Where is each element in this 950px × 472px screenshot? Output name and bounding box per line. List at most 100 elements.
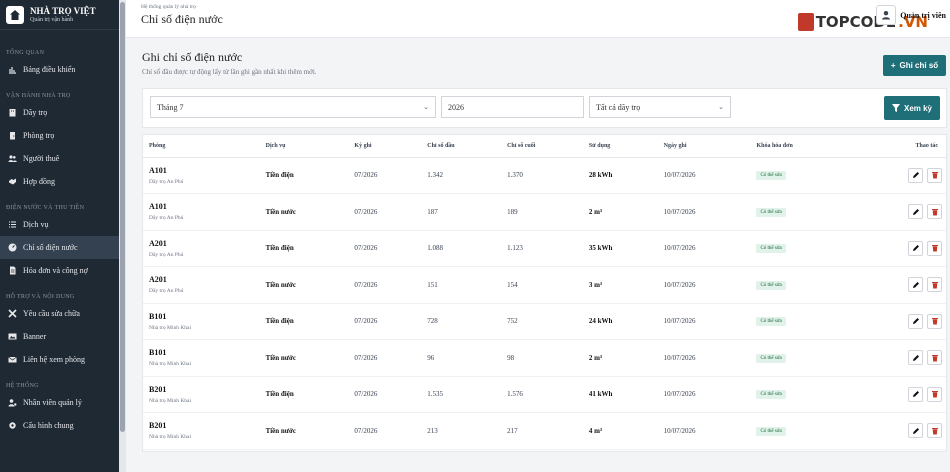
brand[interactable]: NHÀ TRỌ VIỆT Quản trị vận hành	[0, 0, 119, 30]
end-reading-cell: 154	[501, 266, 583, 304]
delete-button[interactable]	[927, 277, 942, 293]
end-reading-cell: 189	[501, 193, 583, 231]
room-number: A101	[149, 202, 167, 212]
sidebar-item[interactable]: Bảng điều khiển	[0, 58, 119, 81]
building-select[interactable]: Tất cả dãy trọ ⌄	[589, 96, 731, 118]
sidebar-item[interactable]: Hóa đơn và công nợ	[0, 259, 119, 282]
view-period-button[interactable]: Xem kỳ	[884, 96, 940, 120]
sidebar-item-label: Yêu cầu sửa chữa	[23, 309, 80, 318]
sidebar-item-label: Liên hệ xem phòng	[23, 355, 85, 364]
breadcrumb: Hệ thống quản lý nhà trọ	[141, 4, 196, 10]
room-cell: B101 Nhà trọ Minh Khai	[143, 339, 260, 377]
sidebar-item[interactable]: Cấu hình chung	[0, 414, 119, 437]
year-input[interactable]: 2026	[441, 96, 584, 118]
delete-button[interactable]	[927, 350, 942, 366]
sidebar-item[interactable]: Phòng trọ	[0, 124, 119, 147]
sidebar-section-title: HỖ TRỢ VÀ NỘI DUNG	[6, 294, 75, 300]
room-number: B201	[149, 384, 167, 394]
sidebar-scrollbar[interactable]	[119, 0, 126, 472]
trash-icon	[931, 245, 938, 252]
service-cell: Tiền điện	[259, 157, 349, 194]
edit-button[interactable]	[908, 386, 923, 402]
actions-cell	[840, 193, 946, 231]
delete-button[interactable]	[927, 386, 942, 402]
room-cell: A201 Dãy trọ An Phú	[143, 230, 260, 267]
sidebar-item[interactable]: Hợp đồng	[0, 170, 119, 193]
image-icon	[8, 332, 17, 341]
user-menu[interactable]: Quản trị viên	[876, 5, 946, 25]
add-reading-label: Ghi chỉ số	[899, 61, 939, 70]
room-place: Nhà trọ Minh Khai	[149, 434, 192, 441]
usage-cell: 35 kWh	[582, 230, 658, 267]
sidebar-item-label: Dãy trọ	[23, 108, 48, 117]
usage-cell: 4 m³	[582, 412, 658, 450]
add-reading-button[interactable]: + Ghi chỉ số	[883, 55, 946, 76]
user-name: Quản trị viên	[900, 10, 946, 20]
actions-cell	[840, 412, 946, 450]
readings-table: Phòng Dịch vụ Kỳ ghi Chỉ số đầu Chỉ số cuối S…	[143, 135, 946, 450]
status-badge: Có thể sửa	[756, 280, 786, 290]
status-badge: Có thể sửa	[756, 353, 786, 363]
pencil-icon	[912, 427, 919, 434]
actions-cell	[840, 303, 946, 340]
user-icon	[876, 5, 897, 25]
sidebar-item[interactable]: Người thuê	[0, 147, 119, 170]
delete-button[interactable]	[927, 240, 942, 256]
edit-button[interactable]	[908, 167, 923, 183]
sidebar-item[interactable]: Chỉ số điện nước	[0, 236, 119, 259]
service-cell: Tiền điện	[259, 303, 349, 340]
usage-cell: 28 kWh	[582, 157, 658, 194]
brand-name: NHÀ TRỌ VIỆT	[30, 6, 96, 16]
sidebar-nav: TỔNG QUAN Bảng điều khiển VẬN HÀNH NHÀ TRỌ…	[0, 50, 119, 437]
edit-button[interactable]	[908, 313, 923, 329]
actions-cell	[840, 376, 946, 413]
filter-icon	[891, 104, 900, 112]
lock-cell: Có thể sửa	[750, 339, 841, 377]
home-icon	[6, 5, 24, 24]
usage-cell: 3 m³	[582, 266, 658, 304]
edit-button[interactable]	[908, 350, 923, 366]
table-header-row: Phòng Dịch vụ Kỳ ghi Chỉ số đầu Chỉ số cuối S…	[143, 135, 946, 158]
table-row: A201 Dãy trọ An Phú Tiền nước 07/2026 151 154…	[143, 266, 946, 304]
date-cell: 10/07/2026	[657, 303, 751, 340]
date-cell: 10/07/2026	[657, 266, 751, 304]
delete-button[interactable]	[927, 313, 942, 329]
edit-button[interactable]	[908, 240, 923, 256]
date-cell: 10/07/2026	[657, 339, 751, 377]
scrollbar-thumb[interactable]	[120, 2, 125, 432]
pencil-icon	[912, 208, 919, 215]
edit-button[interactable]	[908, 204, 923, 220]
actions-cell	[840, 266, 946, 304]
sidebar-item[interactable]: Dãy trọ	[0, 101, 119, 124]
lock-cell: Có thể sửa	[750, 230, 841, 267]
pencil-icon	[912, 281, 919, 288]
start-reading-cell: 213	[421, 412, 502, 450]
start-reading-cell: 1.342	[421, 157, 502, 194]
edit-button[interactable]	[908, 423, 923, 439]
sidebar-item-label: Bảng điều khiển	[23, 65, 76, 74]
sidebar-item[interactable]: Liên hệ xem phòng	[0, 348, 119, 371]
gauge-icon	[8, 243, 17, 252]
sidebar-item[interactable]: Banner	[0, 325, 119, 348]
sidebar-item[interactable]: Yêu cầu sửa chữa	[0, 302, 119, 325]
date-cell: 10/07/2026	[657, 157, 751, 194]
month-select[interactable]: Tháng 7 ⌄	[150, 96, 436, 118]
table-row: A201 Dãy trọ An Phú Tiền điện 07/2026 1.088 1…	[143, 230, 946, 267]
gear-icon	[8, 421, 17, 430]
end-reading-cell: 217	[501, 412, 583, 450]
lock-cell: Có thể sửa	[750, 157, 841, 194]
delete-button[interactable]	[927, 167, 942, 183]
pencil-icon	[912, 245, 919, 252]
sidebar-item[interactable]: Nhân viên quản lý	[0, 391, 119, 414]
end-reading-cell: 98	[501, 339, 583, 377]
trash-icon	[931, 281, 938, 289]
filter-bar: Tháng 7 ⌄ 2026 Tất cả dãy trọ ⌄ Xem kỳ	[142, 88, 947, 128]
delete-button[interactable]	[927, 423, 942, 439]
room-place: Dãy trọ An Phú	[149, 215, 184, 222]
brand-tagline: Quản trị vận hành	[30, 17, 74, 23]
room-place: Nhà trọ Minh Khai	[149, 361, 192, 368]
edit-button[interactable]	[908, 277, 923, 293]
sidebar-item[interactable]: Dịch vụ	[0, 213, 119, 236]
delete-button[interactable]	[927, 204, 942, 220]
status-badge: Có thể sửa	[756, 317, 786, 327]
